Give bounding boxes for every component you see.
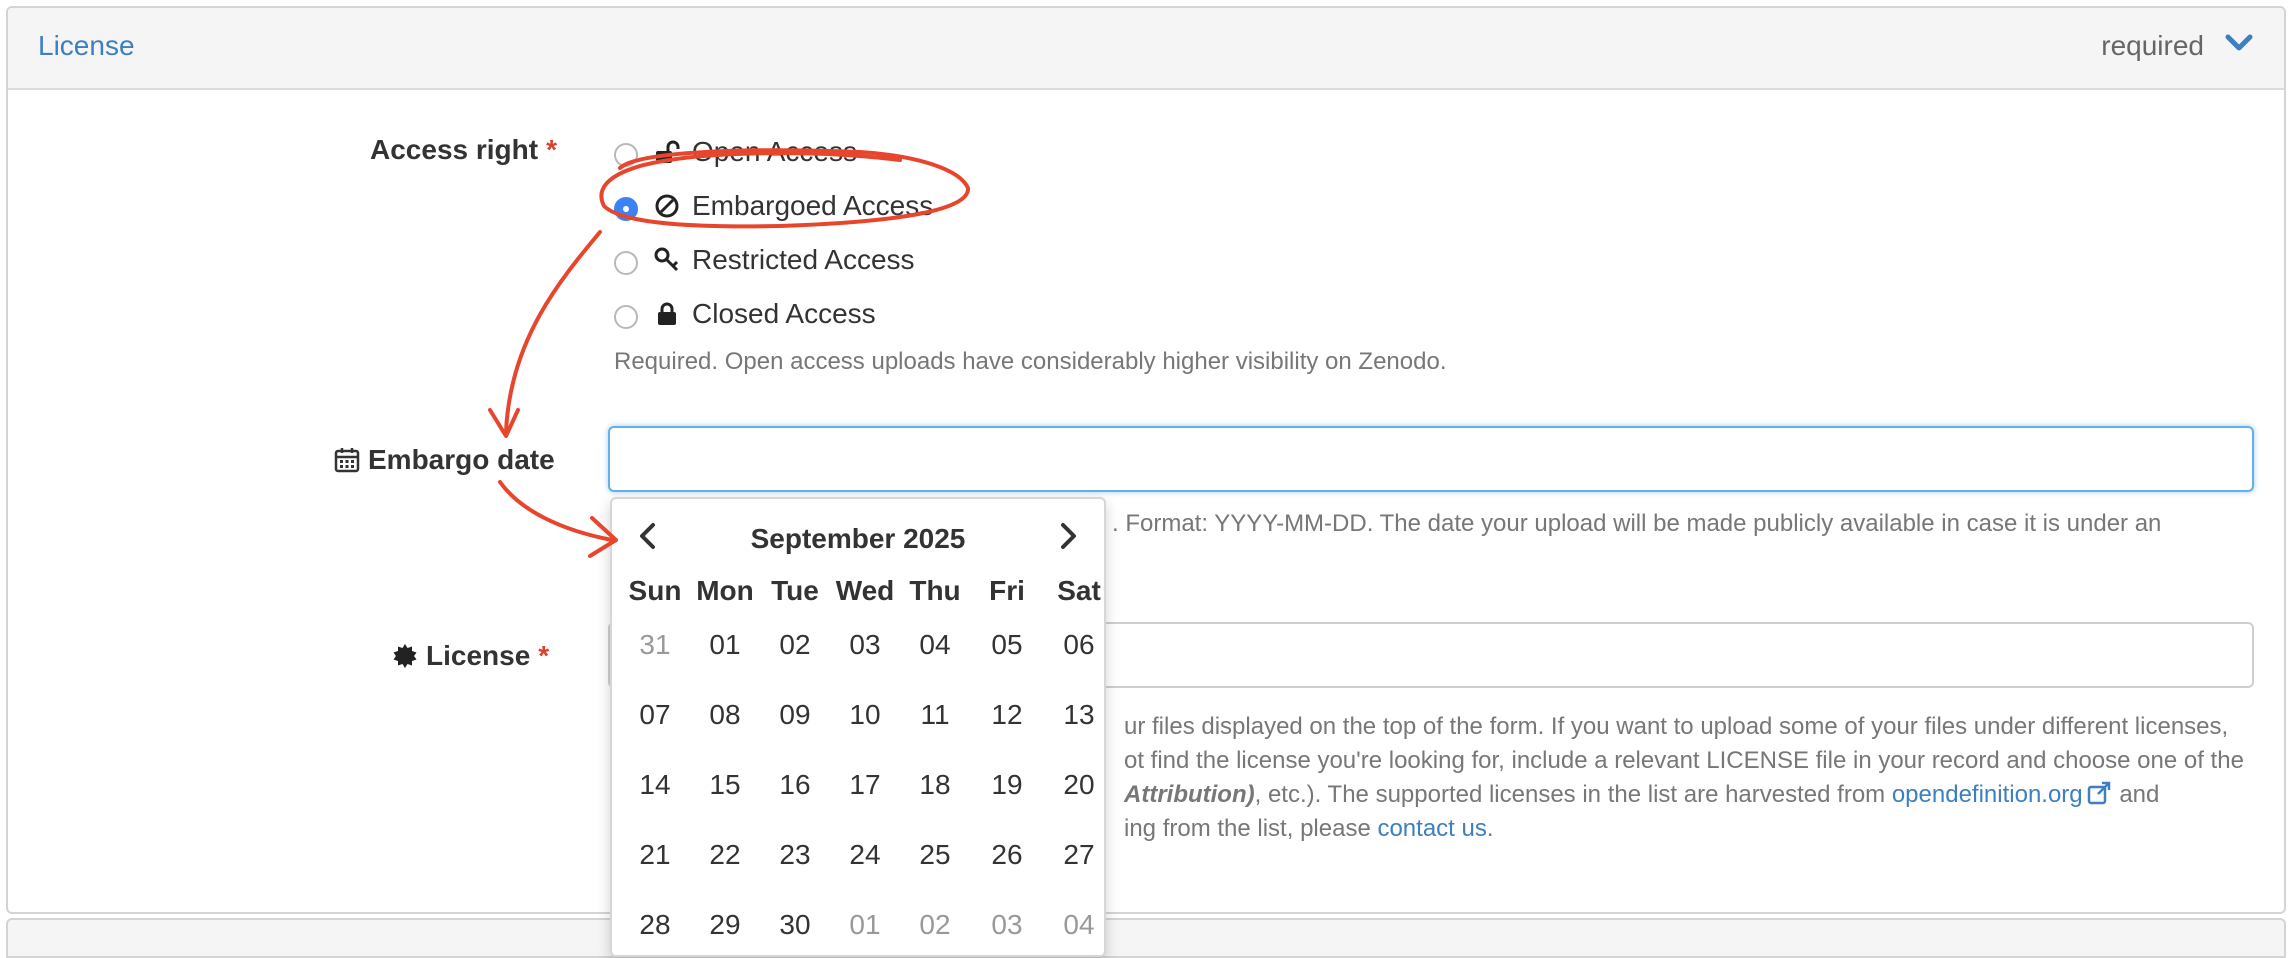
license-text: License xyxy=(426,640,531,671)
radio-closed-access[interactable]: Closed Access xyxy=(614,294,876,334)
weekday-header: Fri xyxy=(989,575,1025,606)
radio-button[interactable] xyxy=(614,143,638,167)
calendar-icon xyxy=(334,448,360,473)
calendar-day[interactable]: 13 xyxy=(1044,699,1114,731)
access-right-text: Access right xyxy=(370,134,539,165)
license-help-fragment: . xyxy=(1486,815,1494,842)
calendar-day[interactable]: 08 xyxy=(690,699,760,731)
license-label: License * xyxy=(392,640,549,672)
calendar-month-title[interactable]: September 2025 xyxy=(612,523,1104,555)
license-help-line: ur files displayed on the top of the for… xyxy=(1124,713,2229,740)
external-link-icon[interactable] xyxy=(2087,781,2113,805)
license-help-text: ur files displayed on the top of the for… xyxy=(1124,710,2244,846)
radio-button[interactable] xyxy=(614,305,638,329)
license-help-line: Attribution), etc.). The supported licen… xyxy=(1124,778,2244,812)
calendar-day[interactable]: 27 xyxy=(1044,839,1114,871)
weekday-header: Thu xyxy=(909,575,961,606)
calendar-day[interactable]: 01 xyxy=(830,909,900,941)
weekday-header: Sat xyxy=(1057,575,1101,606)
calendar-day[interactable]: 02 xyxy=(900,909,970,941)
calendar-day[interactable]: 19 xyxy=(972,769,1042,801)
radio-restricted-access[interactable]: Restricted Access xyxy=(614,240,915,280)
lock-icon xyxy=(658,302,676,325)
calendar-day[interactable]: 15 xyxy=(690,769,760,801)
license-help-line: ing from the list, please contact us. xyxy=(1124,812,2244,846)
weekday-header: Mon xyxy=(696,575,754,606)
panel-title[interactable]: License xyxy=(38,30,135,62)
required-star: * xyxy=(546,134,557,165)
chevron-right-icon[interactable] xyxy=(1058,521,1080,551)
access-right-label: Access right * xyxy=(370,134,557,166)
required-label: required xyxy=(2101,30,2204,61)
calendar-day[interactable]: 23 xyxy=(760,839,830,871)
license-help-fragment: ing from the list, please xyxy=(1124,815,1378,842)
calendar-day[interactable]: 31 xyxy=(620,629,690,661)
calendar-day[interactable]: 17 xyxy=(830,769,900,801)
calendar-day[interactable]: 21 xyxy=(620,839,690,871)
calendar-day[interactable]: 29 xyxy=(690,909,760,941)
weekday-header: Sun xyxy=(628,575,682,606)
license-help-line: ot find the license you're looking for, … xyxy=(1124,747,2244,774)
license-help-fragment: and xyxy=(2112,781,2160,808)
opendefinition-link[interactable]: opendefinition.org xyxy=(1892,781,2083,808)
radio-embargoed-access[interactable]: Embargoed Access xyxy=(614,186,933,226)
ban-icon xyxy=(655,194,679,218)
embargo-date-label: Embargo date xyxy=(334,444,555,476)
calendar-day[interactable]: 09 xyxy=(760,699,830,731)
contact-us-link[interactable]: contact us xyxy=(1377,815,1486,842)
calendar-day[interactable]: 24 xyxy=(830,839,900,871)
datepicker-popup: September 2025 Sun Mon Tue Wed Thu Fri Sat 31 01… xyxy=(610,497,1106,957)
certificate-icon xyxy=(393,644,417,668)
calendar-day[interactable]: 04 xyxy=(900,629,970,661)
embargo-date-text: Embargo date xyxy=(368,444,555,475)
weekday-header: Wed xyxy=(835,575,895,606)
calendar-day[interactable]: 03 xyxy=(972,909,1042,941)
calendar-day[interactable]: 02 xyxy=(760,629,830,661)
calendar-day[interactable]: 30 xyxy=(760,909,830,941)
panel-header[interactable]: License required xyxy=(8,8,2284,90)
calendar-day[interactable]: 12 xyxy=(972,699,1042,731)
radio-button[interactable] xyxy=(614,251,638,275)
radio-button-checked[interactable] xyxy=(614,197,638,221)
calendar-day[interactable]: 14 xyxy=(620,769,690,801)
required-star: * xyxy=(538,640,550,671)
radio-open-access[interactable]: Open Access xyxy=(614,132,857,172)
chevron-down-icon[interactable] xyxy=(2224,32,2254,54)
calendar-day[interactable]: 05 xyxy=(972,629,1042,661)
calendar-day[interactable]: 25 xyxy=(900,839,970,871)
calendar-day[interactable]: 11 xyxy=(900,699,970,731)
unlock-icon xyxy=(656,140,680,163)
calendar-day[interactable]: 10 xyxy=(830,699,900,731)
calendar-day[interactable]: 07 xyxy=(620,699,690,731)
calendar-day[interactable]: 26 xyxy=(972,839,1042,871)
option-label: Closed Access xyxy=(692,298,876,329)
calendar-day[interactable]: 22 xyxy=(690,839,760,871)
calendar-day[interactable]: 06 xyxy=(1044,629,1114,661)
option-label: Open Access xyxy=(692,136,857,167)
calendar-day[interactable]: 20 xyxy=(1044,769,1114,801)
embargo-date-input[interactable] xyxy=(608,426,2254,492)
calendar-day[interactable]: 28 xyxy=(620,909,690,941)
option-label: Restricted Access xyxy=(692,244,915,275)
option-label: Embargoed Access xyxy=(692,190,934,221)
embargo-help-text: . Format: YYYY-MM-DD. The date your uplo… xyxy=(1112,510,2162,537)
license-help-fragment: , etc.). The supported licenses in the l… xyxy=(1254,781,1892,808)
calendar-day[interactable]: 18 xyxy=(900,769,970,801)
calendar-day[interactable]: 04 xyxy=(1044,909,1114,941)
key-icon xyxy=(654,247,679,272)
weekday-header: Tue xyxy=(771,575,819,606)
access-help-text: Required. Open access uploads have consi… xyxy=(614,348,1447,375)
calendar-day[interactable]: 03 xyxy=(830,629,900,661)
calendar-day[interactable]: 16 xyxy=(760,769,830,801)
calendar-day[interactable]: 01 xyxy=(690,629,760,661)
license-help-italic: Attribution) xyxy=(1124,781,1255,808)
next-panel-header xyxy=(6,918,2286,958)
